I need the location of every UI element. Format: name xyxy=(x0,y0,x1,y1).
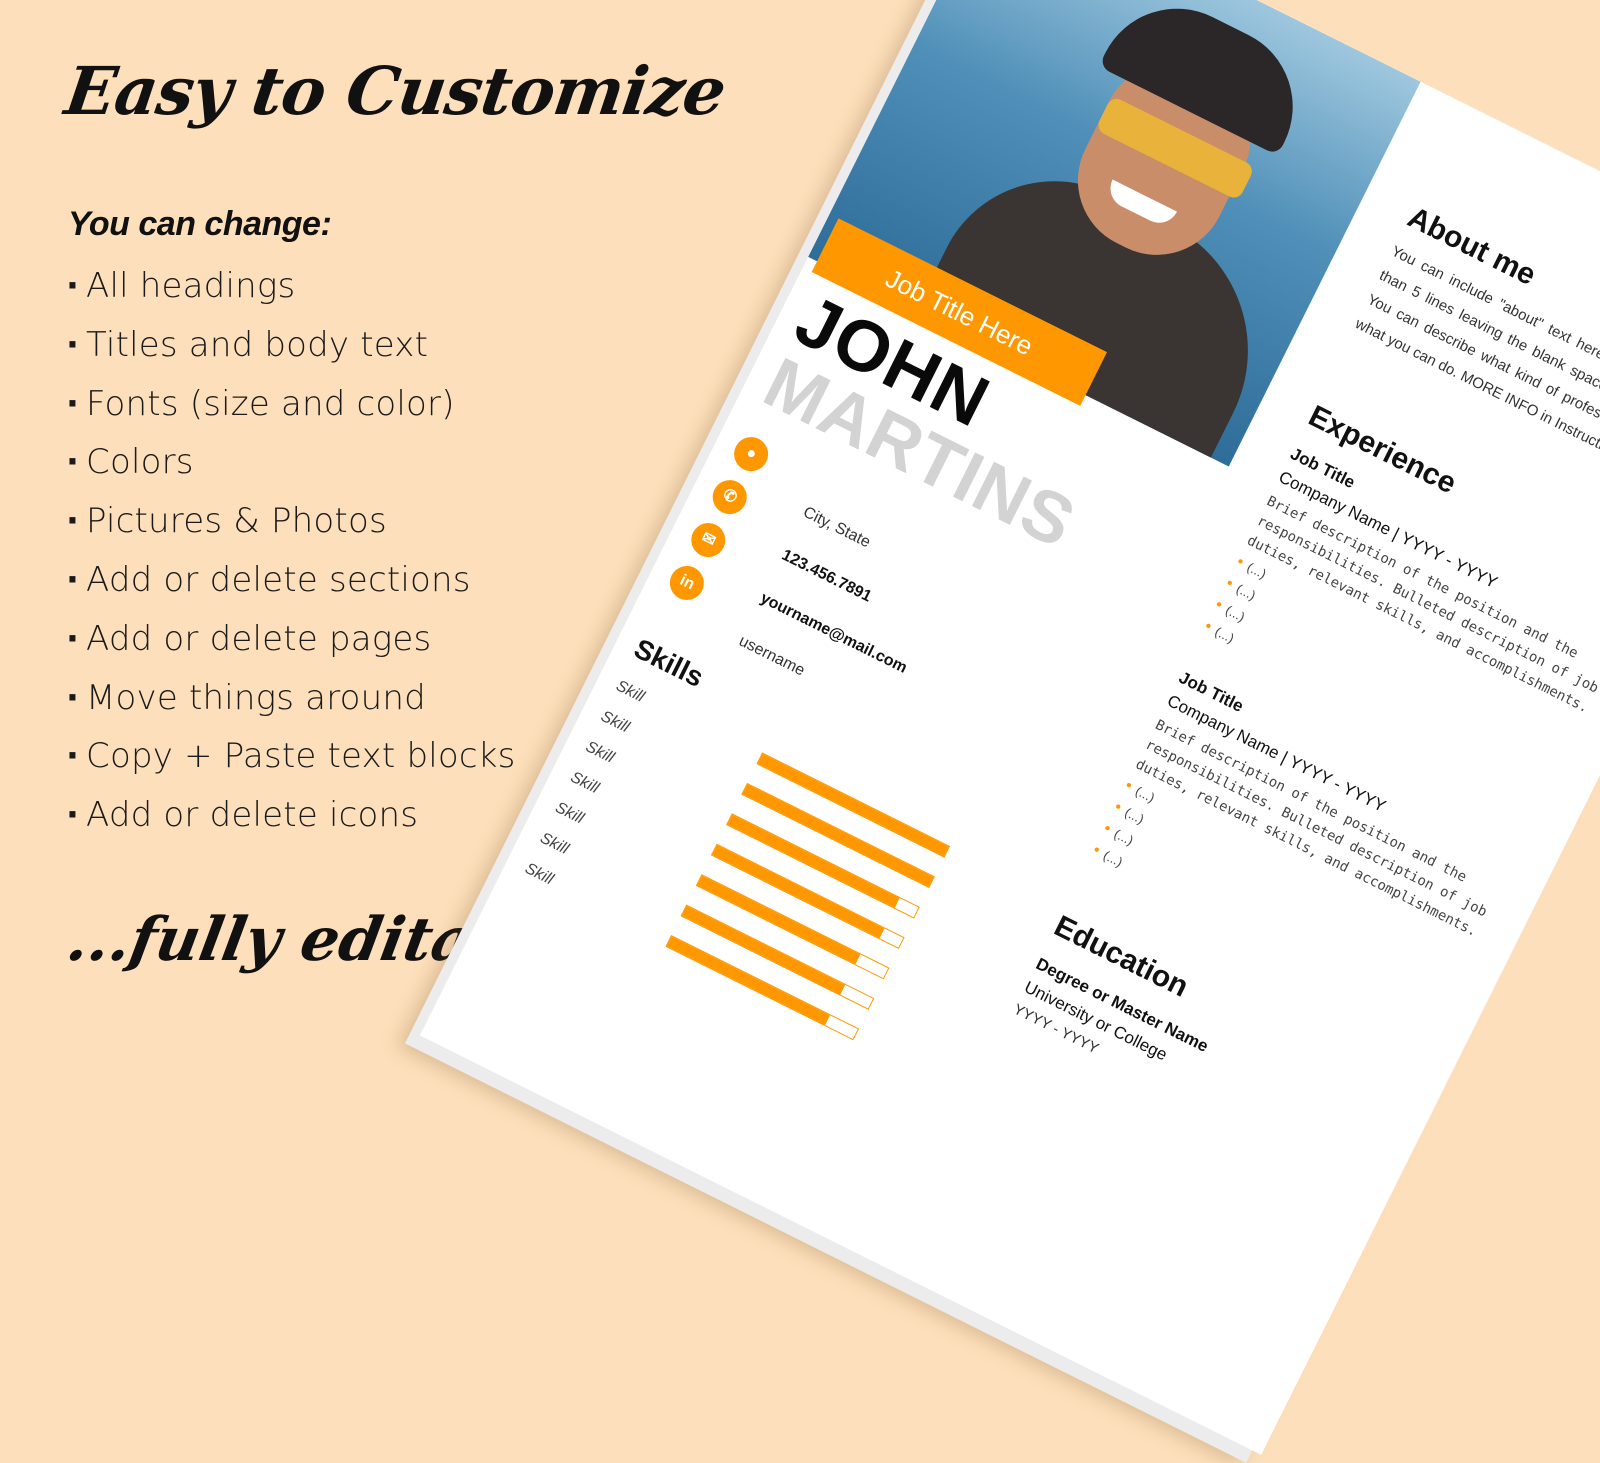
feature-label: Fonts (size and color) xyxy=(86,383,455,424)
feature-item: · Copy + Paste text blocks xyxy=(66,732,516,791)
bullet-dot: · xyxy=(66,618,80,659)
skill-label: Skill xyxy=(613,677,648,706)
contact-linkedin-text: username xyxy=(736,632,808,680)
bullet-dot: · xyxy=(66,736,80,777)
contact-location: ● City, State xyxy=(722,431,873,551)
bullet-dot: · xyxy=(66,677,80,718)
bullet-dot: · xyxy=(66,559,80,600)
bullet-dot: · xyxy=(66,501,80,542)
feature-label: Colors xyxy=(86,442,194,483)
feature-label: Titles and body text xyxy=(86,324,429,365)
feature-list: · All headings · Titles and body text · Fon… xyxy=(66,262,516,850)
phone-icon: ✆ xyxy=(706,474,753,520)
bullet-dot: · xyxy=(66,324,80,365)
feature-item: · Pictures & Photos xyxy=(66,497,516,556)
feature-label: Move things around xyxy=(86,677,426,718)
contact-location-text: City, State xyxy=(800,503,873,552)
promo-subheading: You can change: xyxy=(68,205,332,243)
feature-item: · All headings xyxy=(66,262,516,321)
bullet-dot: · xyxy=(66,266,80,306)
feature-label: Copy + Paste text blocks xyxy=(86,736,516,777)
bullet-dot: · xyxy=(66,383,80,424)
feature-label: All headings xyxy=(86,266,296,306)
contact-email: ✉ yourname@mail.com xyxy=(679,517,910,677)
feature-label: Add or delete pages xyxy=(86,618,432,659)
contact-phone: ✆ 123.456.7891 xyxy=(701,474,874,606)
feature-item: · Titles and body text xyxy=(66,321,516,380)
skills-heading: Skills xyxy=(629,632,709,694)
location-pin-icon: ● xyxy=(728,431,774,477)
feature-label: Add or delete icons xyxy=(86,795,419,836)
linkedin-icon: in xyxy=(664,560,710,606)
feature-item: · Add or delete pages xyxy=(66,615,516,674)
feature-label: Add or delete sections xyxy=(86,559,471,600)
bullet-dot: · xyxy=(66,442,80,483)
mail-icon: ✉ xyxy=(685,517,732,563)
contact-linkedin: in username xyxy=(658,560,807,680)
bullet-dot: · xyxy=(66,795,80,836)
right-column: About me You can include "about" text he… xyxy=(1011,104,1600,1065)
feature-item: · Add or delete icons xyxy=(66,791,516,850)
feature-item: · Move things around xyxy=(66,674,516,733)
feature-item: · Add or delete sections xyxy=(66,556,516,615)
feature-item: · Colors xyxy=(66,438,516,497)
feature-label: Pictures & Photos xyxy=(86,501,387,542)
contact-phone-text: 123.456.7891 xyxy=(778,546,875,606)
promo-title: Easy to Customize xyxy=(60,52,731,130)
feature-item: · Fonts (size and color) xyxy=(66,380,516,439)
